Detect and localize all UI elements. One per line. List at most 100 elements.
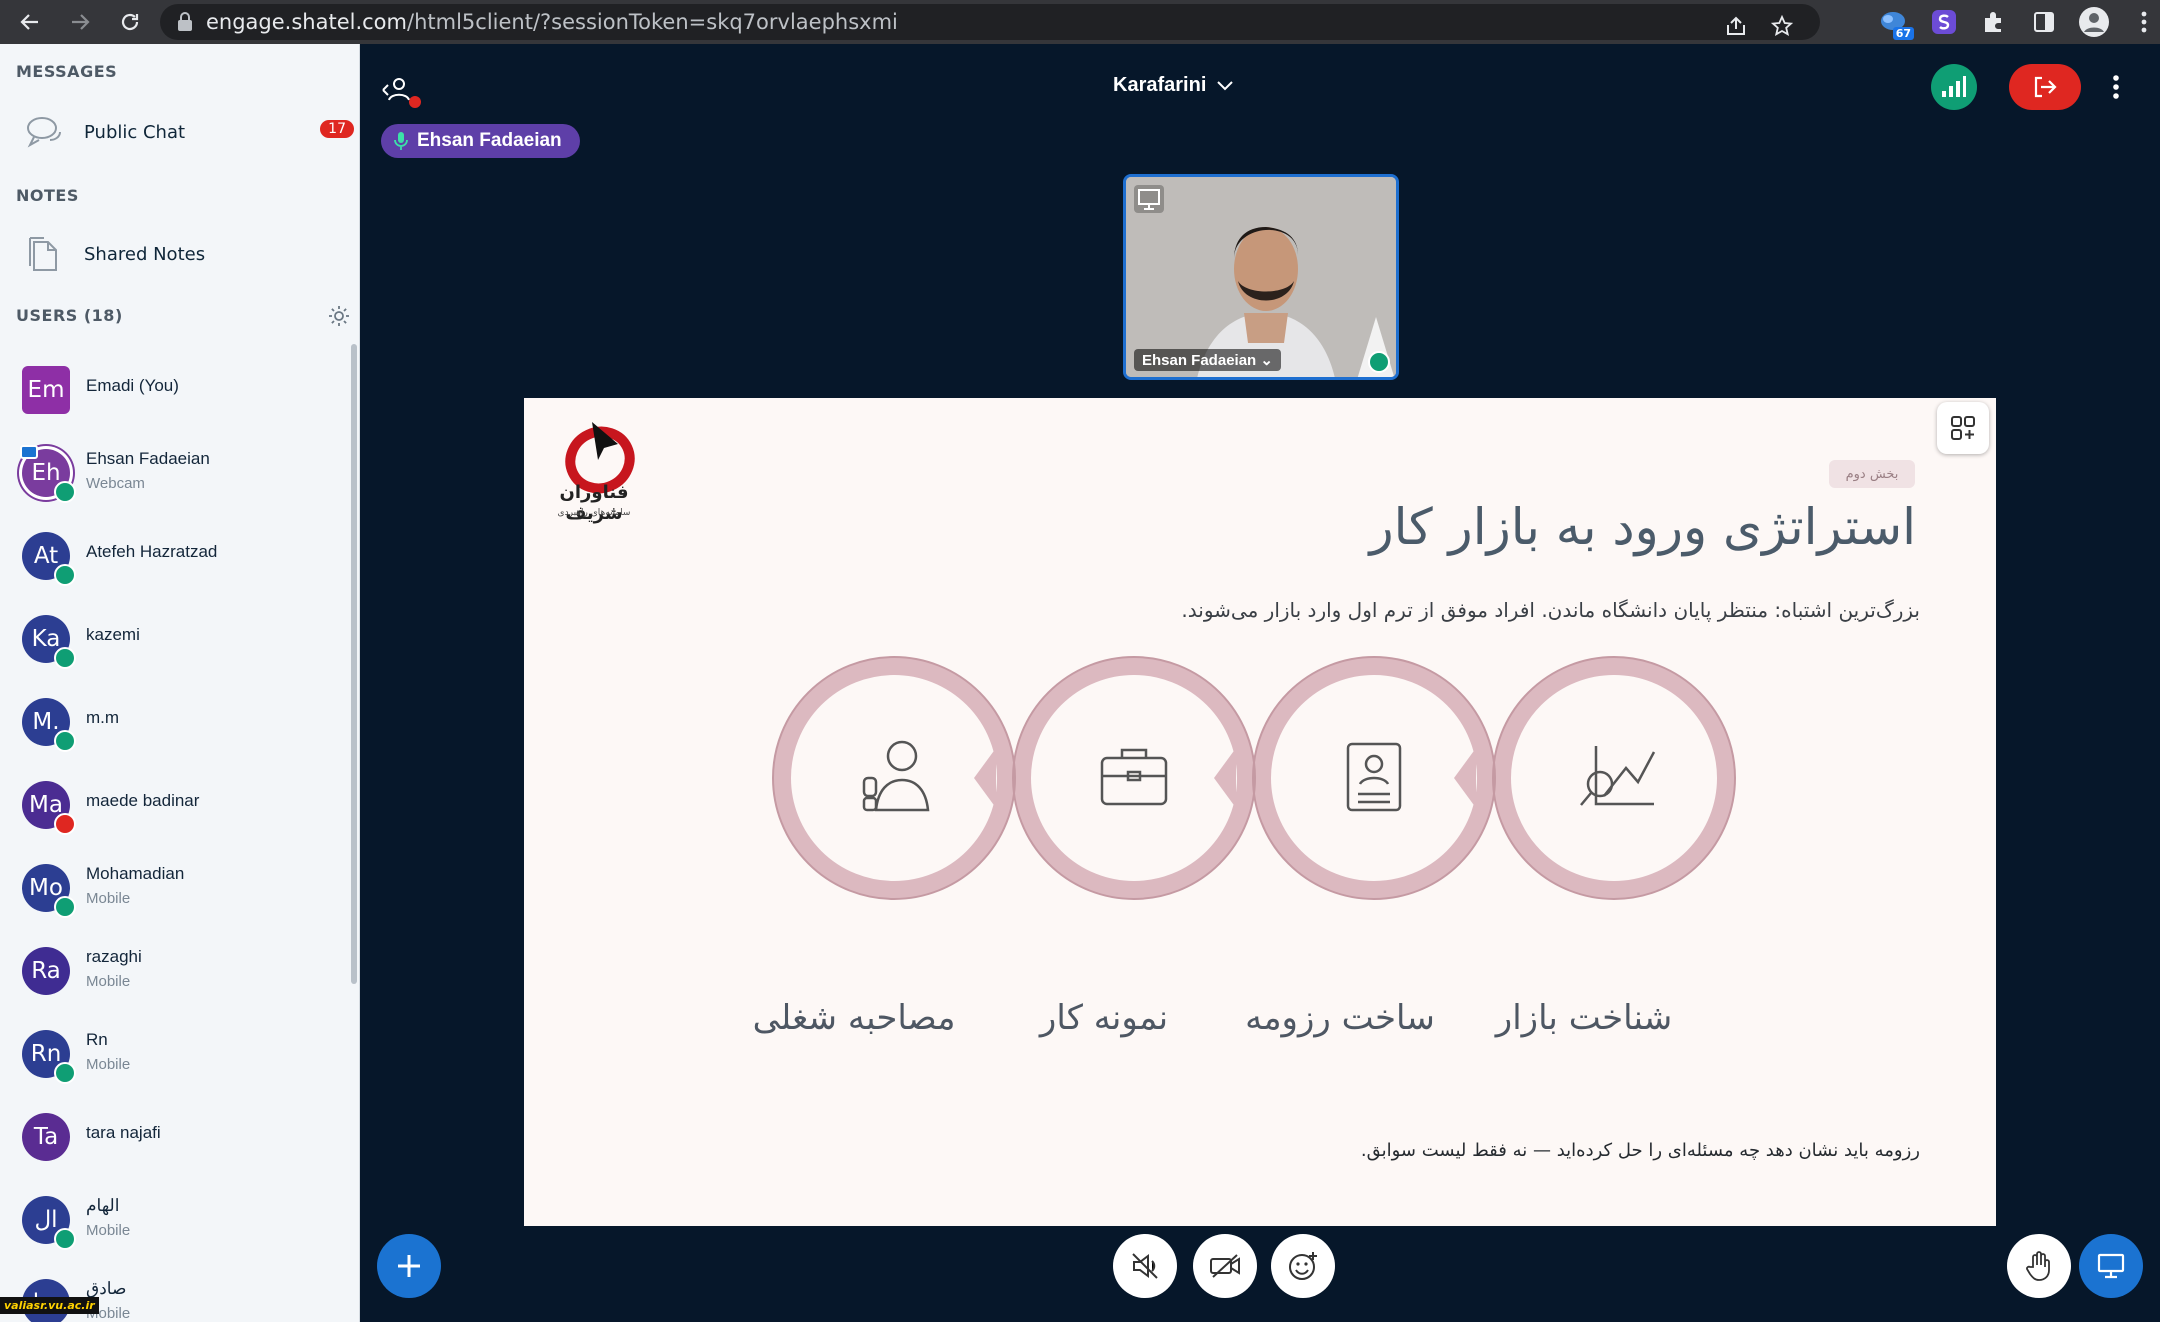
multi-user-whiteboard-button[interactable] bbox=[1937, 402, 1989, 454]
public-chat-label: Public Chat bbox=[84, 121, 186, 143]
talking-indicator[interactable]: Ehsan Fadaeian bbox=[381, 124, 580, 158]
notification-dot bbox=[409, 96, 421, 108]
user-name: Emadi (You) bbox=[86, 376, 179, 395]
main-area: Karafarini Ehsan Fadaeian Ehsan Fadaeian… bbox=[361, 44, 2160, 1322]
presenter-icon bbox=[1134, 185, 1164, 213]
avatar-initials: Ra bbox=[31, 958, 61, 984]
webcam-mic-icon bbox=[1368, 351, 1390, 373]
user-list-scrollbar[interactable] bbox=[351, 344, 357, 984]
user-device-label: Webcam bbox=[86, 475, 145, 492]
back-icon[interactable] bbox=[8, 0, 52, 44]
user-device-label: Mobile bbox=[86, 1222, 131, 1239]
notes-title: NOTES bbox=[16, 186, 79, 205]
interview-icon bbox=[862, 740, 930, 812]
user-name: tara najafi bbox=[86, 1123, 161, 1142]
forward-icon[interactable] bbox=[58, 0, 102, 44]
headphones-icon bbox=[54, 564, 76, 586]
video-toggle-button[interactable] bbox=[1193, 1234, 1257, 1298]
user-list-item[interactable]: Eh Ehsan Fadaeian Webcam bbox=[0, 437, 352, 517]
step-label-1: شناخت بازار bbox=[1495, 998, 1673, 1038]
microphone-icon bbox=[394, 132, 408, 150]
avatar: Ma bbox=[22, 781, 76, 835]
shared-notes-item[interactable]: Shared Notes bbox=[0, 222, 359, 286]
shared-notes-label: Shared Notes bbox=[84, 243, 206, 265]
avatar-initials: Em bbox=[27, 377, 65, 403]
presentation-toggle-button[interactable] bbox=[2079, 1234, 2143, 1298]
chat-icon bbox=[27, 117, 61, 148]
avatar-initials: ال bbox=[34, 1207, 58, 1233]
avatar-initials: Rn bbox=[30, 1041, 62, 1067]
meeting-title[interactable]: Karafarini bbox=[1113, 74, 1234, 97]
user-list-item[interactable]: Em Emadi (You) bbox=[0, 354, 352, 434]
presentation-icon bbox=[2097, 1253, 2125, 1279]
user-list-item[interactable]: At Atefeh Hazratzad bbox=[0, 520, 352, 600]
user-list-item[interactable]: Rn Rn Mobile bbox=[0, 1018, 352, 1098]
leave-meeting-button[interactable] bbox=[2009, 64, 2081, 110]
options-menu-button[interactable] bbox=[2101, 64, 2131, 110]
user-name: Mohamadian bbox=[86, 864, 185, 883]
headphones-icon bbox=[54, 647, 76, 669]
webcam-video-tile[interactable]: Ehsan Fadaeian ⌄ bbox=[1123, 174, 1399, 380]
market-analysis-icon bbox=[1580, 746, 1656, 806]
reload-icon[interactable] bbox=[108, 0, 152, 44]
user-device-label: Mobile bbox=[86, 890, 131, 907]
extensions-puzzle-icon[interactable] bbox=[1974, 2, 2014, 42]
user-list-item[interactable]: Ra razaghi Mobile bbox=[0, 935, 352, 1015]
headphones-icon bbox=[54, 1062, 76, 1084]
avatar: Em bbox=[22, 366, 70, 414]
microphone-icon bbox=[54, 481, 76, 503]
step-label-2: ساخت رزومه bbox=[1245, 998, 1435, 1038]
presentation-slide[interactable]: فناوران شریف سامانه‌های راهبردی بخش دوم … bbox=[524, 398, 1996, 1226]
user-list-item[interactable]: Ta tara najafi bbox=[0, 1101, 352, 1181]
avatar: Mo bbox=[22, 864, 76, 918]
webcam-name-tag[interactable]: Ehsan Fadaeian ⌄ bbox=[1134, 349, 1281, 371]
speaker-muted-icon bbox=[1132, 1253, 1158, 1279]
chevron-down-icon bbox=[1217, 80, 1234, 90]
user-list-item[interactable]: ال الهام Mobile bbox=[0, 1184, 352, 1264]
user-name: m.m bbox=[86, 708, 120, 727]
process-diagram bbox=[772, 656, 1736, 900]
avatar: Ta bbox=[22, 1113, 70, 1161]
user-list-item[interactable]: Ka kazemi bbox=[0, 603, 352, 683]
audio-toggle-button[interactable] bbox=[1113, 1234, 1177, 1298]
user-name: الهام bbox=[86, 1196, 120, 1215]
avatar-initials: Eh bbox=[31, 460, 61, 486]
user-name: Rn bbox=[86, 1030, 108, 1049]
actions-plus-button[interactable] bbox=[377, 1234, 441, 1298]
headphones-icon bbox=[54, 1228, 76, 1250]
profile-avatar-icon[interactable] bbox=[2074, 2, 2114, 42]
side-panel-icon[interactable] bbox=[2024, 2, 2064, 42]
reactions-button[interactable] bbox=[1271, 1234, 1335, 1298]
user-list-item[interactable]: Ma maede badinar bbox=[0, 769, 352, 849]
avatar-initials: At bbox=[33, 543, 59, 569]
connection-status-button[interactable] bbox=[1931, 64, 1977, 110]
user-name: Ehsan Fadaeian bbox=[86, 449, 210, 468]
avatar: At bbox=[22, 532, 76, 586]
slide-title: استراتژی ورود به بازار کار bbox=[1369, 498, 1916, 556]
user-list-item[interactable]: Mo Mohamadian Mobile bbox=[0, 852, 352, 932]
address-bar[interactable]: engage.shatel.com/html5client/?sessionTo… bbox=[160, 4, 1820, 40]
presenter-icon bbox=[20, 445, 38, 459]
avatar-initials: Ka bbox=[31, 626, 61, 652]
logo-subtext: سامانه‌های راهبردی bbox=[557, 508, 631, 518]
extension-s-icon[interactable] bbox=[1924, 2, 1964, 42]
headphones-icon bbox=[54, 730, 76, 752]
user-name: maede badinar bbox=[86, 791, 200, 810]
step-label-4: مصاحبه شغلی bbox=[752, 998, 956, 1038]
star-icon[interactable] bbox=[1766, 10, 1798, 42]
share-icon[interactable] bbox=[1720, 10, 1752, 42]
unread-count-badge: 17 bbox=[320, 120, 354, 138]
users-title: USERS (18) bbox=[16, 306, 123, 325]
more-vertical-icon bbox=[2113, 75, 2119, 99]
extension-sync-icon[interactable]: 67 bbox=[1874, 2, 1914, 42]
extension-badge: 67 bbox=[1892, 27, 1914, 40]
chrome-menu-icon[interactable] bbox=[2124, 2, 2160, 42]
gear-icon[interactable] bbox=[327, 304, 351, 328]
public-chat-item[interactable]: Public Chat 17 bbox=[0, 100, 359, 164]
user-list-item[interactable]: M. m.m bbox=[0, 686, 352, 766]
avatar: Rn bbox=[22, 1030, 76, 1084]
exit-icon bbox=[2034, 76, 2057, 98]
toggle-userlist-icon[interactable] bbox=[377, 72, 413, 108]
avatar: Ka bbox=[22, 615, 76, 669]
raise-hand-button[interactable] bbox=[2007, 1234, 2071, 1298]
